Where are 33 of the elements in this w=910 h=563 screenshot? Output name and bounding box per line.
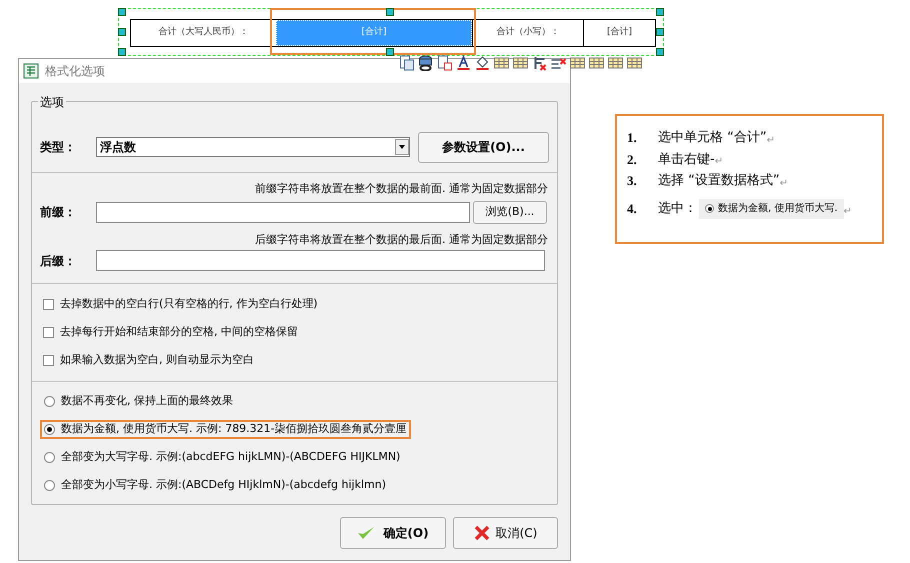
step-number: 2. <box>627 150 638 168</box>
checkbox-label: 去掉每行开始和结束部分的空格, 中间的空格保留 <box>60 324 298 340</box>
settings-button[interactable]: 参数设置(O)... <box>418 132 549 162</box>
step-number: 4. <box>627 200 638 218</box>
step-number: 3. <box>627 172 638 190</box>
radio-label: 数据为金额, 使用货币大写. 示例: 789.321-柒佰捌拾玖圆叁角贰分壹厘 <box>61 421 407 438</box>
dropdown-value: 浮点数 <box>100 139 136 156</box>
step-text: 选中： <box>658 200 697 218</box>
paragraph-mark: ↵ <box>714 155 724 169</box>
radio-label: 全部变为小写字母. 示例:(ABCDefg HIjklmN)-(abcdefg hijklmn) <box>61 477 386 494</box>
step-text: 选择 “设置数据格式” <box>658 172 780 190</box>
radio-label: 数据不再变化, 保持上面的最终效果 <box>61 393 233 410</box>
checkbox-label: 去掉数据中的空白行(只有空格的行, 作为空白行处理) <box>60 296 318 312</box>
paragraph-mark: ↵ <box>766 134 775 148</box>
group-label: 选项 <box>38 93 66 111</box>
field-label: 后缀： <box>40 252 77 270</box>
paragraph-mark: ↵ <box>844 204 852 218</box>
step-text: 单击右键- <box>658 150 715 168</box>
radio-label: 全部变为大写字母. 示例:(abcdEFG hijkLMN)-(ABCDEFG HIJKLMN) <box>61 449 400 466</box>
window-title: 格式化选项 <box>45 63 105 80</box>
step-number: 1. <box>627 129 638 147</box>
field-label: 类型： <box>40 139 77 156</box>
step-text: 选中单元格 “合计” <box>658 129 767 147</box>
type-dropdown[interactable]: 浮点数 <box>96 137 410 157</box>
checkbox-label: 如果输入数据为空白, 则自动显示为空白 <box>60 352 254 368</box>
field-label: 前缀： <box>40 204 77 221</box>
hint-text: 后缀字符串将放置在整个数据的最后面. 通常为固定数据部分 <box>255 232 548 248</box>
paragraph-mark: ↵ <box>780 176 788 190</box>
ok-button[interactable]: 确定(O) <box>340 517 446 549</box>
browse-button[interactable]: 浏览(B)... <box>473 200 547 224</box>
hint-text: 前缀字符串将放置在整个数据的最前面. 通常为固定数据部分 <box>255 181 548 197</box>
sample-label: 数据为金额, 使用货币大写. <box>718 202 838 216</box>
cancel-button[interactable]: 取消(C) <box>453 517 558 549</box>
